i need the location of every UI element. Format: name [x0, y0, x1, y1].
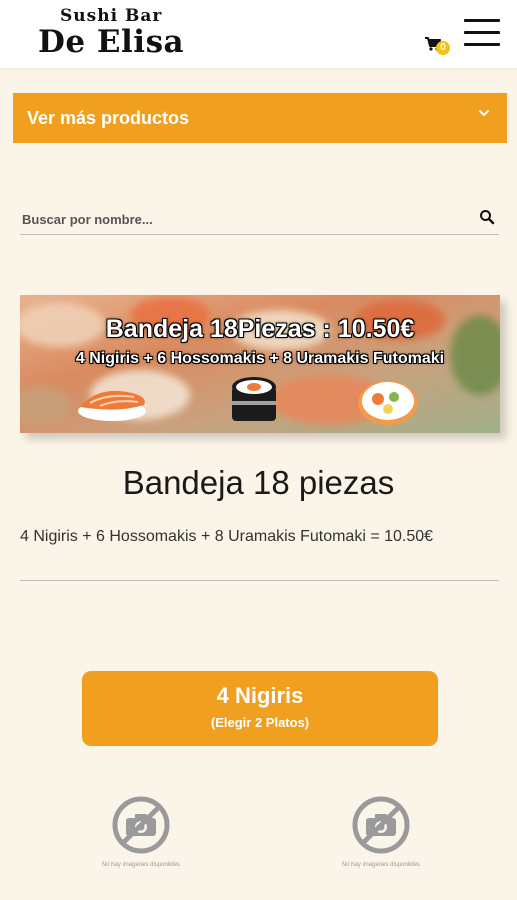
search-bar [20, 206, 499, 235]
promo-banner: Bandeja 18Piezas : 10.50€ 4 Nigiris + 6 … [20, 295, 500, 433]
no-image-caption: No hay imagenes disponibles [101, 862, 181, 868]
category-dropdown-label: Ver más productos [27, 108, 190, 128]
option-group-subtitle: (Elegir 2 Platos) [210, 715, 310, 730]
no-camera-icon [112, 796, 170, 854]
search-icon[interactable] [479, 209, 495, 225]
hamburger-menu-button[interactable] [462, 16, 502, 50]
divider [20, 580, 499, 581]
no-image-placeholder[interactable]: No hay imagenes disponibles [81, 795, 201, 868]
product-title: Bandeja 18 piezas [122, 464, 395, 501]
no-camera-icon [352, 796, 410, 854]
menu-bar-icon [464, 31, 500, 34]
search-input[interactable] [20, 208, 464, 230]
option-group-button[interactable]: 4 Nigiris (Elegir 2 Platos) [82, 671, 438, 746]
banner-subtitle: 4 Nigiris + 6 Hossomakis + 8 Uramakis Fu… [75, 350, 445, 367]
no-image-placeholder[interactable]: No hay imagenes disponibles [321, 795, 441, 868]
category-dropdown[interactable]: Ver más productos [13, 93, 507, 143]
logo-name: De Elisa [38, 24, 185, 60]
no-image-caption: No hay imagenes disponibles [341, 862, 421, 868]
brand-logo[interactable]: Sushi Bar De Elisa [38, 6, 198, 58]
menu-bar-icon [464, 43, 500, 46]
banner-title: Bandeja 18Piezas : 10.50€ [105, 315, 415, 343]
logo-tagline: Sushi Bar [60, 6, 163, 26]
cart-button[interactable]: 0 [424, 32, 454, 58]
app-header: Sushi Bar De Elisa 0 [0, 0, 517, 68]
chevron-down-icon [479, 110, 489, 116]
cart-count-badge: 0 [436, 41, 450, 55]
option-group-title: 4 Nigiris [216, 683, 304, 708]
menu-bar-icon [464, 19, 500, 22]
product-description: 4 Nigiris + 6 Hossomakis + 8 Uramakis Fu… [20, 528, 434, 545]
